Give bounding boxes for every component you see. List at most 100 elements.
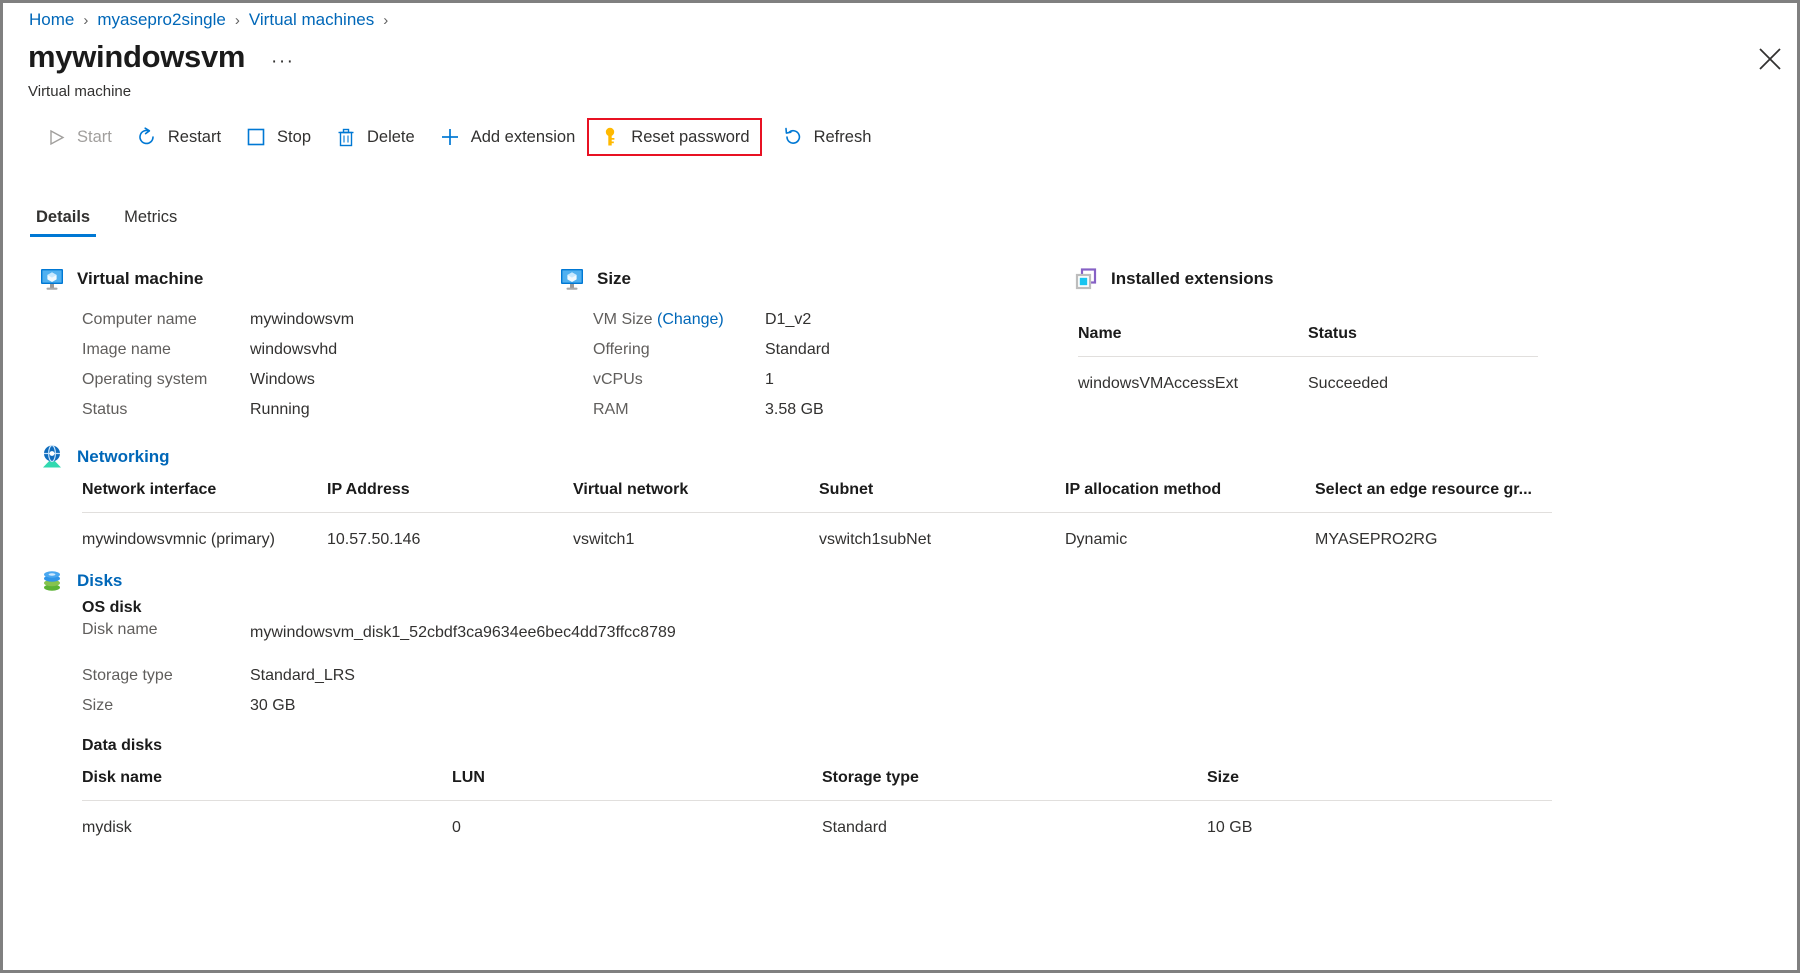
breadcrumb: Home › myasepro2single › Virtual machine… (29, 7, 397, 33)
section-installed-extensions-title: Installed extensions (1111, 269, 1274, 288)
property-key: RAM (593, 401, 629, 418)
screenshot-frame: Home › myasepro2single › Virtual machine… (0, 0, 1800, 973)
restart-icon (136, 126, 158, 148)
breadcrumb-item-virtual-machines[interactable]: Virtual machines (249, 10, 374, 30)
property-value: Running (250, 401, 310, 418)
tab-metrics-label: Metrics (124, 208, 178, 226)
column-header-subnet: Subnet (819, 481, 874, 498)
refresh-button[interactable]: Refresh (770, 118, 884, 156)
table-row[interactable]: mydisk 0 Standard 10 GB (82, 801, 1552, 837)
refresh-icon (782, 126, 804, 148)
property-value: Windows (250, 371, 315, 388)
table-header-row: Network interface IP Address Virtual net… (82, 481, 1552, 513)
property-key: Operating system (82, 371, 208, 388)
breadcrumb-separator: › (383, 11, 389, 29)
command-toolbar: Start Restart Stop Delete Add extension … (33, 118, 883, 156)
table-row[interactable]: windowsVMAccessExt Succeeded (1078, 357, 1538, 393)
tab-metrics[interactable]: Metrics (118, 208, 183, 237)
play-icon (45, 126, 67, 148)
more-options-button[interactable]: ··· (271, 51, 294, 73)
property-key: Computer name (82, 311, 197, 328)
property-row: Operating system Windows (82, 371, 354, 401)
property-key: Status (82, 401, 128, 418)
virtual-network-value: vswitch1 (573, 531, 635, 548)
section-size-title: Size (597, 269, 632, 288)
vm-icon (559, 266, 585, 292)
table-header-row: Disk name LUN Storage type Size (82, 769, 1552, 801)
stop-button-label: Stop (277, 127, 311, 146)
network-interface-value: mywindowsvmnic (primary) (82, 531, 275, 548)
extension-status: Succeeded (1308, 375, 1389, 392)
edge-resource-group-value: MYASEPRO2RG (1315, 531, 1438, 548)
column-header-ip-allocation-method: IP allocation method (1065, 481, 1222, 498)
property-value: D1_v2 (765, 311, 812, 328)
os-disk-properties: Disk name mywindowsvm_disk1_52cbdf3ca963… (82, 621, 676, 727)
column-header-lun: LUN (452, 769, 485, 786)
tab-details[interactable]: Details (30, 208, 97, 237)
close-icon[interactable] (1756, 45, 1784, 73)
stop-button[interactable]: Stop (233, 118, 323, 156)
disks-icon (39, 568, 65, 594)
column-header-virtual-network: Virtual network (573, 481, 689, 498)
tab-details-label: Details (36, 208, 91, 226)
page-subtitle: Virtual machine (28, 83, 132, 100)
reset-password-button-label: Reset password (631, 127, 750, 146)
property-key: vCPUs (593, 371, 643, 388)
start-button[interactable]: Start (33, 118, 124, 156)
change-size-link[interactable]: (Change) (657, 311, 724, 328)
property-key: Offering (593, 341, 650, 358)
reset-password-button[interactable]: Reset password (587, 118, 762, 156)
property-value: Standard_LRS (250, 667, 355, 684)
property-row: Image name windowsvhd (82, 341, 354, 371)
networking-table: Network interface IP Address Virtual net… (82, 481, 1552, 549)
data-disk-size: 10 GB (1207, 819, 1253, 836)
breadcrumb-item-home[interactable]: Home (29, 10, 74, 30)
breadcrumb-item-resource-group[interactable]: myasepro2single (97, 10, 226, 30)
property-row: Size 30 GB (82, 697, 550, 727)
installed-extensions-table: Name Status windowsVMAccessExt Succeeded (1078, 325, 1538, 393)
table-header-row: Name Status (1078, 325, 1538, 357)
azure-portal-blade: Home › myasepro2single › Virtual machine… (3, 3, 1797, 970)
property-key: Image name (82, 341, 171, 358)
refresh-button-label: Refresh (813, 127, 872, 146)
section-networking-header[interactable]: Networking (39, 444, 170, 470)
property-row: vCPUs 1 (593, 371, 830, 401)
add-extension-button[interactable]: Add extension (427, 118, 588, 156)
delete-button-label: Delete (367, 127, 415, 146)
property-value: 30 GB (250, 697, 296, 714)
page-title: mywindowsvm (28, 39, 246, 74)
column-header-status: Status (1308, 325, 1357, 342)
restart-button-label: Restart (167, 127, 222, 146)
property-row: VM Size (Change) D1_v2 (593, 311, 830, 341)
property-value: mywindowsvm (250, 311, 355, 328)
property-row: Offering Standard (593, 341, 830, 371)
start-button-label: Start (77, 127, 112, 146)
table-row[interactable]: mywindowsvmnic (primary) 10.57.50.146 vs… (82, 513, 1552, 549)
networking-icon (39, 444, 65, 470)
subnet-value: vswitch1subNet (819, 531, 932, 548)
extension-name: windowsVMAccessExt (1078, 375, 1239, 392)
plus-icon (439, 126, 461, 148)
section-disks-header[interactable]: Disks (39, 568, 122, 594)
section-installed-extensions-header: Installed extensions (1073, 266, 1274, 292)
column-header-network-interface: Network interface (82, 481, 217, 498)
data-disks-table: Disk name LUN Storage type Size mydisk 0… (82, 769, 1552, 837)
property-key: Storage type (82, 667, 173, 684)
delete-button[interactable]: Delete (323, 118, 427, 156)
property-row: Disk name mywindowsvm_disk1_52cbdf3ca963… (82, 621, 676, 667)
vm-size-label: VM Size (593, 311, 658, 328)
property-key: VM Size (Change) (593, 311, 765, 329)
section-disks-title[interactable]: Disks (77, 571, 122, 591)
extensions-icon (1073, 266, 1099, 292)
column-header-storage-type: Storage type (822, 769, 919, 786)
property-row: Computer name mywindowsvm (82, 311, 354, 341)
restart-button[interactable]: Restart (124, 118, 233, 156)
vm-icon (39, 266, 65, 292)
data-disks-heading: Data disks (82, 737, 163, 754)
trash-icon (335, 126, 357, 148)
add-extension-button-label: Add extension (470, 127, 576, 146)
section-networking-title[interactable]: Networking (77, 447, 170, 467)
property-row: Status Running (82, 401, 354, 431)
data-disk-storage-type: Standard (822, 819, 887, 836)
column-header-size: Size (1207, 769, 1240, 786)
